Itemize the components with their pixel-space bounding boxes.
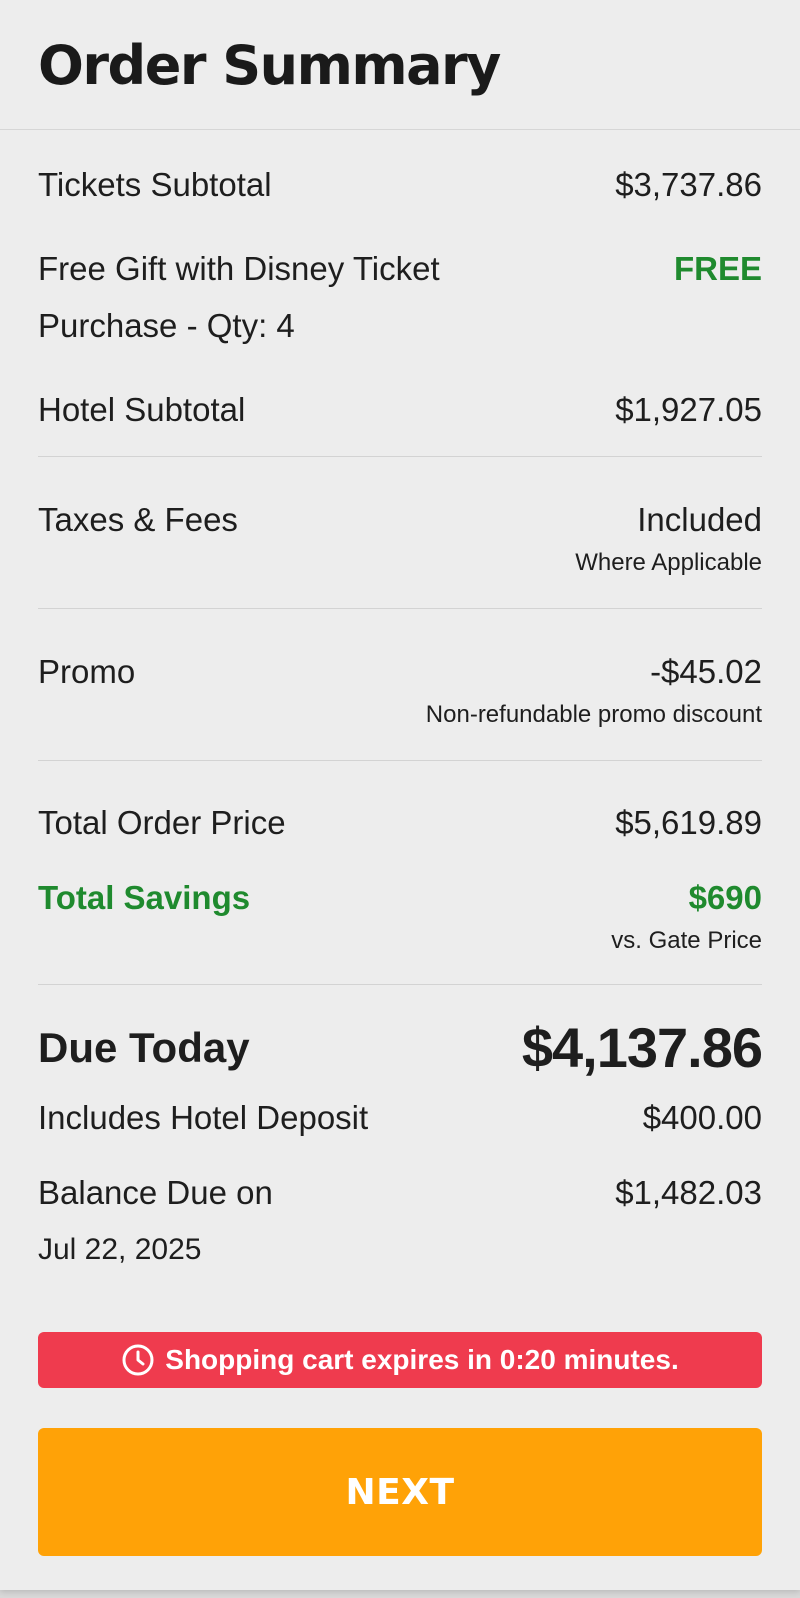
promo-label: Promo	[38, 653, 136, 690]
clock-icon	[121, 1343, 155, 1377]
due-section: Due Today $4,137.86 Includes Hotel Depos…	[38, 985, 763, 1278]
free-gift-row: Free Gift with Disney Ticket Purchase - …	[38, 240, 762, 354]
order-summary-body: Tickets Subtotal $3,737.86 Free Gift wit…	[0, 130, 800, 1278]
balance-due-label-line1: Balance Due on	[38, 1174, 273, 1211]
promo-note: Non-refundable promo discount	[425, 701, 762, 728]
page-title: Order Summary	[38, 34, 501, 97]
tickets-subtotal-row: Tickets Subtotal $3,737.86	[38, 156, 762, 213]
taxes-section: Taxes & Fees Included Where Applicable	[38, 457, 762, 608]
tickets-subtotal-label: Tickets Subtotal	[38, 166, 272, 203]
total-order-value: $5,619.89	[615, 804, 762, 841]
promo-row: Promo -$45.02	[38, 643, 762, 700]
balance-due-label: Balance Due on Jul 22, 2025	[38, 1164, 273, 1278]
due-today-label: Due Today	[38, 1024, 250, 1071]
total-savings-label: Total Savings	[38, 879, 251, 916]
promo-value: -$45.02	[650, 653, 762, 690]
free-gift-label-line2: Purchase - Qty: 4	[38, 307, 295, 344]
subtotals-section: Tickets Subtotal $3,737.86 Free Gift wit…	[38, 130, 762, 456]
next-button[interactable]: NEXT	[38, 1428, 762, 1556]
total-order-label: Total Order Price	[38, 804, 286, 841]
taxes-value: Included	[637, 501, 762, 538]
hotel-subtotal-label: Hotel Subtotal	[38, 391, 246, 428]
free-gift-label: Free Gift with Disney Ticket Purchase - …	[38, 240, 440, 354]
due-today-value: $4,137.86	[521, 1016, 763, 1079]
balance-due-row: Balance Due on Jul 22, 2025 $1,482.03	[38, 1164, 762, 1278]
total-savings-note: vs. Gate Price	[611, 927, 762, 954]
free-gift-value: FREE	[673, 250, 762, 287]
totals-section: Total Order Price $5,619.89 Total Saving…	[38, 761, 762, 984]
free-gift-label-line1: Free Gift with Disney Ticket	[38, 250, 440, 287]
total-order-row: Total Order Price $5,619.89	[38, 794, 762, 851]
total-savings-row: Total Savings $690	[38, 869, 762, 926]
order-summary-header: Order Summary	[0, 0, 800, 130]
taxes-row: Taxes & Fees Included	[38, 491, 762, 548]
hotel-subtotal-value: $1,927.05	[615, 391, 762, 428]
due-today-row: Due Today $4,137.86	[38, 1013, 763, 1083]
taxes-label: Taxes & Fees	[38, 501, 238, 538]
balance-due-date: Jul 22, 2025	[38, 1233, 202, 1266]
cart-expiry-alert: Shopping cart expires in 0:20 minutes.	[38, 1332, 762, 1388]
hotel-deposit-row: Includes Hotel Deposit $400.00	[38, 1089, 762, 1146]
taxes-note: Where Applicable	[575, 549, 762, 576]
hotel-deposit-label: Includes Hotel Deposit	[38, 1099, 369, 1136]
promo-section: Promo -$45.02 Non-refundable promo disco…	[38, 609, 762, 760]
hotel-deposit-value: $400.00	[642, 1099, 762, 1136]
tickets-subtotal-value: $3,737.86	[615, 166, 762, 203]
balance-due-value: $1,482.03	[615, 1174, 762, 1211]
hotel-subtotal-row: Hotel Subtotal $1,927.05	[38, 381, 762, 438]
total-savings-value: $690	[688, 879, 762, 916]
cart-expiry-text: Shopping cart expires in 0:20 minutes.	[165, 1344, 679, 1375]
order-summary-panel: Order Summary Tickets Subtotal $3,737.86…	[0, 0, 800, 1590]
